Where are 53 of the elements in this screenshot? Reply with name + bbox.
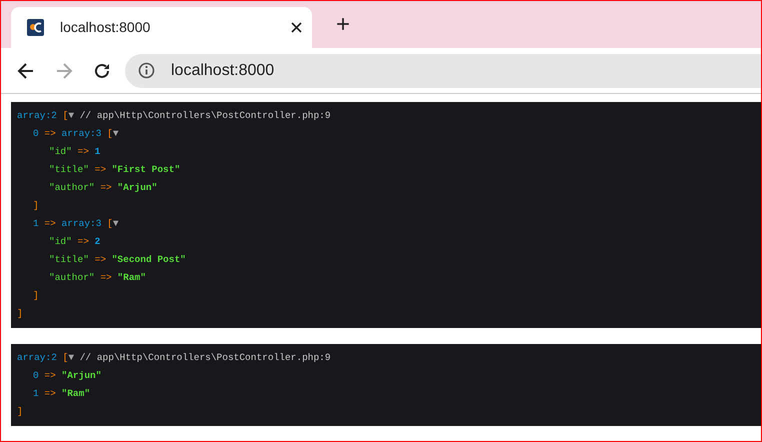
source-comment: // app\Http\Controllers\PostController.php:9 <box>80 110 331 121</box>
array-key: "id" <box>49 236 72 247</box>
array-index: 0 <box>33 128 39 139</box>
array-key: "author" <box>49 272 95 283</box>
arrow-operator: => <box>44 370 56 381</box>
browser-tab[interactable]: localhost:8000 <box>11 7 312 48</box>
bracket: [ <box>62 352 68 363</box>
array-type: array:2 <box>17 352 57 363</box>
bracket: [ <box>107 128 113 139</box>
string-value: "Second Post" <box>112 254 186 265</box>
array-key: "title" <box>49 254 89 265</box>
arrow-operator: => <box>94 164 106 175</box>
array-type: array:3 <box>62 218 102 229</box>
toggle-arrow[interactable]: ▼ <box>112 128 119 139</box>
string-value: "Arjun" <box>62 370 102 381</box>
toggle-arrow[interactable]: ▼ <box>112 218 119 229</box>
arrow-operator: => <box>78 236 89 247</box>
bracket: ] <box>33 200 39 211</box>
arrow-operator: => <box>94 254 106 265</box>
favicon-icon <box>27 19 44 36</box>
bracket: ] <box>17 308 23 319</box>
array-type: array:3 <box>62 128 102 139</box>
arrow-operator: => <box>78 146 89 157</box>
toggle-arrow[interactable]: ▼ <box>68 352 74 363</box>
number-value: 2 <box>94 236 100 247</box>
array-key: "author" <box>49 182 95 193</box>
tab-title: localhost:8000 <box>60 18 152 37</box>
close-icon[interactable] <box>291 22 302 33</box>
string-value: "Ram" <box>62 388 90 399</box>
number-value: 1 <box>94 146 100 157</box>
arrow-operator: => <box>44 388 56 399</box>
string-value: "First Post" <box>112 164 180 175</box>
new-tab-button[interactable]: + <box>332 13 354 37</box>
arrow-operator: => <box>100 182 112 193</box>
address-bar[interactable]: localhost:8000 <box>125 54 761 88</box>
array-index: 1 <box>33 388 39 399</box>
array-key: "title" <box>49 164 89 175</box>
bracket: ] <box>33 290 39 301</box>
array-type: array:2 <box>17 110 57 121</box>
source-comment: // app\Http\Controllers\PostController.php:9 <box>80 352 331 363</box>
info-icon[interactable] <box>138 62 155 79</box>
array-index: 0 <box>33 370 39 381</box>
string-value: "Ram" <box>117 272 146 283</box>
array-index: 1 <box>33 218 39 229</box>
arrow-operator: => <box>100 272 112 283</box>
array-key: "id" <box>49 146 72 157</box>
arrow-operator: => <box>44 128 56 139</box>
bracket: [ <box>62 110 68 121</box>
arrow-operator: => <box>44 218 56 229</box>
toggle-arrow[interactable]: ▼ <box>68 110 74 121</box>
bracket: [ <box>107 218 113 229</box>
bracket: ] <box>17 406 23 417</box>
string-value: "Arjun" <box>117 182 158 193</box>
